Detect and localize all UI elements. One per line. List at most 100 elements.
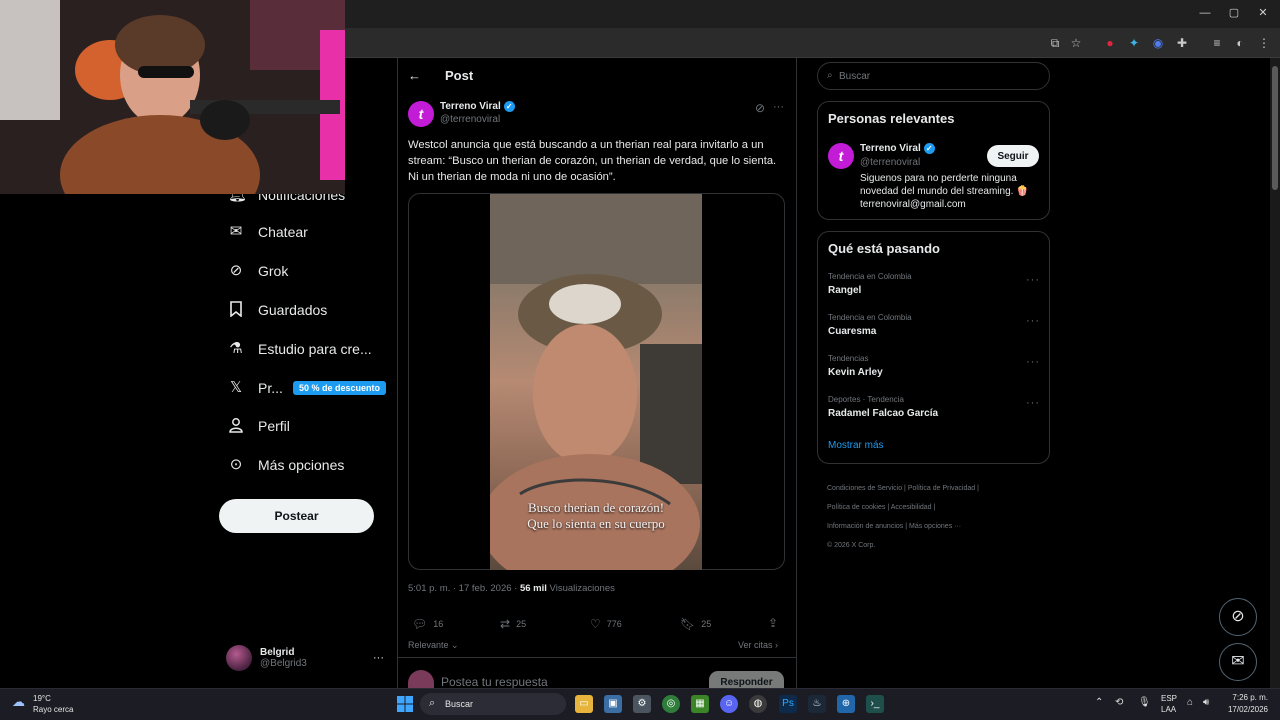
nav-item-premium[interactable]: 𝕏 Pr... (228, 375, 283, 401)
post-more-icon[interactable]: ··· (773, 101, 784, 113)
extension-blue-icon[interactable]: ✦ (1126, 35, 1142, 51)
relevant-name-row[interactable]: Terreno Viral ✓ (860, 143, 935, 154)
extension-circle-icon[interactable]: ◉ (1150, 35, 1166, 51)
minecraft-icon[interactable]: ▦ (691, 695, 709, 713)
browser-menu-icon[interactable]: ⋮ (1256, 35, 1272, 51)
obs-icon[interactable]: ◍ (749, 695, 767, 713)
footer-link-accessibility[interactable]: Accesibilidad (891, 504, 932, 511)
weather-icon[interactable]: ☁ (12, 694, 25, 710)
trend-item[interactable]: Tendencia en Colombia Cuaresma (828, 313, 1038, 337)
search-input[interactable]: Buscar (839, 71, 870, 82)
card-title: Qué está pasando (828, 241, 940, 256)
flask-icon: ⚗ (229, 340, 243, 357)
share-icon[interactable]: ⇪ (768, 616, 778, 630)
grok-explain-icon[interactable]: ⊘ (755, 101, 765, 115)
nav-label: Chatear (258, 224, 308, 240)
x-logo-icon: 𝕏 (229, 379, 243, 396)
language-top[interactable]: ESP (1161, 694, 1177, 703)
footer-link-privacy[interactable]: Política de Privacidad (908, 485, 975, 492)
search-box[interactable]: ⌕ Buscar (817, 62, 1050, 90)
trend-item[interactable]: Deportes · Tendencia Radamel Falcao Garc… (828, 395, 1038, 419)
nav-item-studio[interactable]: ⚗ Estudio para cre... (228, 336, 372, 362)
close-icon[interactable]: ✕ (1256, 6, 1270, 20)
minimize-icon[interactable]: — (1198, 6, 1212, 20)
steam-icon[interactable]: ♨ (808, 695, 826, 713)
clock-date[interactable]: 17/02/2026 (1222, 705, 1268, 714)
photoshop-icon[interactable]: Ps (779, 695, 797, 713)
author-avatar[interactable]: t (408, 101, 434, 127)
footer-link-terms[interactable]: Condiciones de Servicio (827, 485, 902, 492)
author-block[interactable]: Terreno Viral ✓ @terrenoviral (440, 101, 515, 125)
premium-discount-badge[interactable]: 50 % de descuento (293, 381, 387, 395)
messages-floating-button[interactable]: ✉ (1219, 643, 1257, 681)
footer-link-more[interactable]: Más opciones ··· (909, 523, 961, 530)
like-count: 776 (606, 619, 622, 629)
trend-more-icon[interactable]: ··· (1026, 397, 1040, 409)
account-more-icon[interactable]: ··· (373, 652, 384, 664)
follow-button[interactable]: Seguir (987, 145, 1039, 167)
taskbar-search[interactable]: ⌕ Buscar (420, 693, 566, 715)
file-explorer-icon[interactable]: ▭ (575, 695, 593, 713)
settings-gear-icon[interactable]: ⚙ (633, 695, 651, 713)
nav-item-more[interactable]: ⊙ Más opciones (228, 452, 345, 478)
windows-start-icon[interactable] (396, 695, 414, 713)
tray-chevron-up-icon[interactable]: ⌃ (1095, 697, 1103, 708)
reply-button-submit[interactable]: Responder (709, 671, 784, 688)
post-time[interactable]: 5:01 p. m. · 17 feb. 2026 · (408, 583, 520, 594)
trend-item[interactable]: Tendencia en Colombia Rangel (828, 272, 1038, 296)
microphone-icon[interactable]: 🎙︎ (1138, 697, 1151, 708)
trend-name: Kevin Arley (828, 367, 883, 378)
post-text: Westcol anuncia que está buscando a un t… (408, 139, 777, 183)
profile-avatar-icon[interactable]: ◐ (1232, 35, 1248, 51)
like-button[interactable]: ♡ 776 (590, 617, 622, 631)
trend-category: Deportes · Tendencia (828, 395, 904, 404)
language-bottom[interactable]: LAA (1161, 705, 1176, 714)
bookmark-star-icon[interactable]: ☆ (1068, 35, 1084, 51)
reading-list-icon[interactable]: ≡ (1209, 35, 1225, 51)
repost-button[interactable]: ⇄ 25 (500, 617, 526, 631)
store-icon[interactable]: ▣ (604, 695, 622, 713)
video-caption: Busco therian de corazón! Que lo sienta … (490, 500, 702, 532)
footer-link-cookies[interactable]: Política de cookies (827, 504, 885, 511)
bookmark-button[interactable]: 🔖︎ 25 (680, 617, 711, 631)
reply-button[interactable]: 💬︎ 16 (412, 617, 443, 631)
post-button[interactable]: Postear (219, 499, 374, 533)
maximize-icon[interactable]: ▢ (1227, 6, 1241, 20)
nav-item-chat[interactable]: ✉ Chatear (228, 219, 308, 245)
relevant-avatar[interactable]: t (828, 143, 854, 169)
taskbar-search-input[interactable]: Buscar (445, 699, 473, 709)
bookmark-icon (228, 301, 244, 319)
scrollbar-thumb[interactable] (1272, 66, 1278, 190)
trend-more-icon[interactable]: ··· (1026, 356, 1040, 368)
trend-item[interactable]: Tendencias Kevin Arley (828, 354, 1038, 378)
chrome-icon[interactable]: ◎ (662, 695, 680, 713)
extensions-puzzle-icon[interactable]: ✚ (1174, 35, 1190, 51)
nav-item-profile[interactable]: Perfil (228, 413, 290, 439)
weather-desc[interactable]: Rayo cerca (33, 705, 73, 714)
sort-dropdown[interactable]: Relevante ⌄ (408, 640, 459, 651)
volume-icon[interactable]: 🔊︎ (1203, 697, 1209, 708)
account-switcher[interactable]: Belgrid @Belgrid3 ··· (226, 643, 384, 673)
reply-input[interactable]: Postea tu respuesta (441, 675, 548, 688)
trend-category: Tendencias (828, 354, 869, 363)
install-app-icon[interactable]: ⧉ (1047, 35, 1063, 51)
relevant-handle: @terrenoviral (860, 157, 921, 168)
view-quotes-link[interactable]: Ver citas › (738, 640, 778, 650)
trend-more-icon[interactable]: ··· (1026, 315, 1040, 327)
discord-icon[interactable]: ☺ (720, 695, 738, 713)
nav-label: Estudio para cre... (258, 341, 372, 357)
weather-temp[interactable]: 19°C (33, 694, 51, 703)
footer-link-ads[interactable]: Información de anuncios (827, 523, 903, 530)
nav-item-bookmarks[interactable]: Guardados (228, 297, 327, 323)
terminal-icon[interactable]: ›_ (866, 695, 884, 713)
app-icon[interactable]: ⊕ (837, 695, 855, 713)
tray-sync-icon[interactable]: ⟲ (1115, 697, 1123, 708)
show-more-link[interactable]: Mostrar más (828, 440, 884, 451)
nav-item-grok[interactable]: ⊘ Grok (228, 258, 289, 284)
trend-more-icon[interactable]: ··· (1026, 274, 1040, 286)
extension-red-icon[interactable]: ● (1102, 35, 1118, 51)
clock-time[interactable]: 7:26 p. m. (1222, 693, 1268, 702)
network-icon[interactable]: ⌂ (1187, 697, 1193, 708)
grok-floating-button[interactable]: ⊘ (1219, 598, 1257, 636)
back-arrow-icon[interactable]: ← (408, 68, 421, 83)
